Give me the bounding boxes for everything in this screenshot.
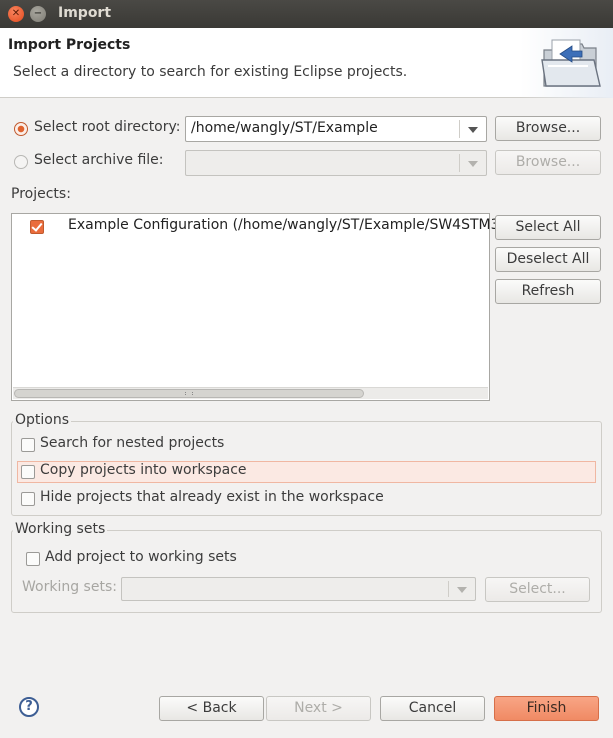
- root-directory-label[interactable]: Select root directory:: [34, 119, 181, 135]
- select-all-button[interactable]: Select All: [495, 215, 601, 240]
- back-button[interactable]: < Back: [159, 696, 264, 721]
- window-title: Import: [58, 5, 112, 21]
- root-directory-radio[interactable]: [14, 122, 28, 136]
- refresh-button[interactable]: Refresh: [495, 279, 601, 304]
- root-directory-combo[interactable]: /home/wangly/ST/Example: [185, 116, 487, 142]
- search-nested-checkbox[interactable]: [21, 438, 35, 452]
- cancel-button[interactable]: Cancel: [380, 696, 485, 721]
- root-directory-value: /home/wangly/ST/Example: [191, 120, 378, 136]
- archive-file-radio[interactable]: [14, 155, 28, 169]
- browse-root-button[interactable]: Browse...: [495, 116, 601, 141]
- archive-file-label[interactable]: Select archive file:: [34, 152, 164, 168]
- chevron-down-icon[interactable]: [457, 587, 467, 593]
- copy-into-workspace-label[interactable]: Copy projects into workspace: [40, 462, 247, 478]
- scrollbar-thumb[interactable]: [14, 389, 364, 398]
- help-icon[interactable]: ?: [19, 697, 39, 717]
- options-title: Options: [13, 412, 72, 428]
- archive-file-combo[interactable]: [185, 150, 487, 176]
- chevron-down-icon[interactable]: [468, 161, 478, 167]
- deselect-all-button[interactable]: Deselect All: [495, 247, 601, 272]
- combo-separator: [448, 581, 449, 597]
- hide-existing-checkbox[interactable]: [21, 492, 35, 506]
- projects-label: Projects:: [11, 186, 71, 202]
- project-item-label[interactable]: Example Configuration (/home/wangly/ST/E…: [68, 217, 508, 233]
- projects-list[interactable]: Example Configuration (/home/wangly/ST/E…: [11, 213, 508, 401]
- working-sets-combo[interactable]: [121, 577, 476, 601]
- combo-separator: [459, 120, 460, 138]
- finish-button[interactable]: Finish: [494, 696, 599, 721]
- working-sets-title: Working sets: [13, 521, 108, 537]
- horizontal-scrollbar[interactable]: [13, 387, 488, 399]
- page-description: Select a directory to search for existin…: [13, 64, 408, 80]
- add-to-working-sets-label[interactable]: Add project to working sets: [45, 549, 237, 565]
- project-checkbox[interactable]: [30, 220, 44, 234]
- working-sets-label: Working sets:: [22, 579, 117, 595]
- folder-import-icon: [541, 39, 601, 87]
- copy-into-workspace-checkbox[interactable]: [21, 465, 35, 479]
- wizard-header: Import Projects Select a directory to se…: [0, 28, 613, 98]
- close-window-button[interactable]: ✕: [8, 6, 24, 22]
- hide-existing-label[interactable]: Hide projects that already exist in the …: [40, 489, 384, 505]
- add-to-working-sets-checkbox[interactable]: [26, 552, 40, 566]
- select-working-sets-button[interactable]: Select...: [485, 577, 590, 602]
- next-button[interactable]: Next >: [266, 696, 371, 721]
- combo-separator: [459, 154, 460, 172]
- page-title: Import Projects: [8, 37, 131, 53]
- grip-icon: [185, 392, 193, 395]
- window-titlebar: ✕ − Import: [0, 0, 613, 28]
- minimize-window-button[interactable]: −: [30, 6, 46, 22]
- search-nested-label[interactable]: Search for nested projects: [40, 435, 224, 451]
- browse-archive-button[interactable]: Browse...: [495, 150, 601, 175]
- chevron-down-icon[interactable]: [468, 127, 478, 133]
